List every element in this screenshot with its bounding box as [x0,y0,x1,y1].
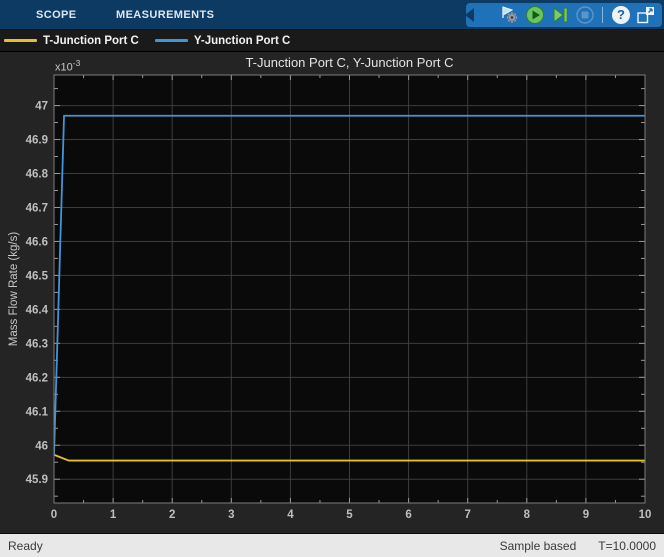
svg-text:1: 1 [110,509,117,521]
tab-scope[interactable]: SCOPE [36,0,77,30]
svg-text:45.9: 45.9 [26,474,48,486]
plot-title: T-Junction Port C, Y-Junction Port C [54,55,645,70]
svg-text:9: 9 [583,509,589,521]
legend-item-y-junction[interactable]: Y-Junction Port C [155,35,290,47]
quick-access-toolbar: ? [466,3,662,27]
run-button[interactable] [523,4,547,26]
svg-text:7: 7 [464,509,470,521]
svg-text:46.5: 46.5 [26,270,49,282]
collapse-toolstrip-icon[interactable] [465,8,474,22]
gear-flag-icon [499,4,521,26]
status-sample-mode: Sample based [500,539,577,553]
play-circle-icon [525,5,545,25]
legend-line-swatch-blue [155,39,188,42]
legend-line-swatch-yellow [4,39,37,42]
legend-label: Y-Junction Port C [194,35,290,47]
svg-text:8: 8 [524,509,531,521]
svg-text:6: 6 [405,509,411,521]
y-axis-multiplier: x10-3 [55,58,80,74]
svg-text:47: 47 [35,101,48,113]
y-axis-label: Mass Flow Rate (kg/s) [8,232,20,346]
stop-circle-icon [575,5,595,25]
step-forward-button[interactable] [548,4,572,26]
svg-text:46.9: 46.9 [26,135,48,147]
legend: T-Junction Port C Y-Junction Port C [0,30,664,52]
toolbar-separator [602,7,603,23]
plot-region: 0 1 2 3 4 5 6 7 8 9 10 45.9 46 46.1 46.2 46.3 46.4 46.5 46… [0,52,664,533]
svg-text:46.7: 46.7 [26,202,48,214]
svg-text:46.4: 46.4 [26,304,49,316]
svg-text:0: 0 [51,509,57,521]
svg-text:46.2: 46.2 [26,372,48,384]
help-button[interactable]: ? [609,4,633,26]
tab-measurements[interactable]: MEASUREMENTS [116,0,214,30]
svg-text:46.1: 46.1 [26,406,49,418]
status-bar: Ready Sample based T=10.0000 [0,533,664,557]
svg-text:46.3: 46.3 [26,338,48,350]
svg-text:46: 46 [35,440,48,452]
axes-canvas[interactable]: 0 1 2 3 4 5 6 7 8 9 10 45.9 46 46.1 46.2 46.3 46.4 46.5 46… [0,52,664,533]
simulation-settings-button[interactable] [498,4,522,26]
svg-text:5: 5 [346,509,353,521]
legend-item-t-junction[interactable]: T-Junction Port C [4,35,139,47]
toolstrip: SCOPE MEASUREMENTS [0,0,664,30]
status-sim-time: T=10.0000 [598,539,656,553]
svg-text:10: 10 [639,509,652,521]
dock-button[interactable] [634,4,658,26]
svg-text:2: 2 [169,509,175,521]
stop-button[interactable] [573,4,597,26]
step-forward-icon [550,5,570,25]
svg-text:3: 3 [228,509,234,521]
svg-text:4: 4 [287,509,294,521]
question-icon: ? [612,6,630,24]
legend-label: T-Junction Port C [43,35,139,47]
status-ready: Ready [8,539,43,553]
svg-text:46.6: 46.6 [26,236,48,248]
svg-text:46.8: 46.8 [26,169,49,181]
undock-icon [636,5,656,25]
scope-window: SCOPE MEASUREMENTS [0,0,664,557]
